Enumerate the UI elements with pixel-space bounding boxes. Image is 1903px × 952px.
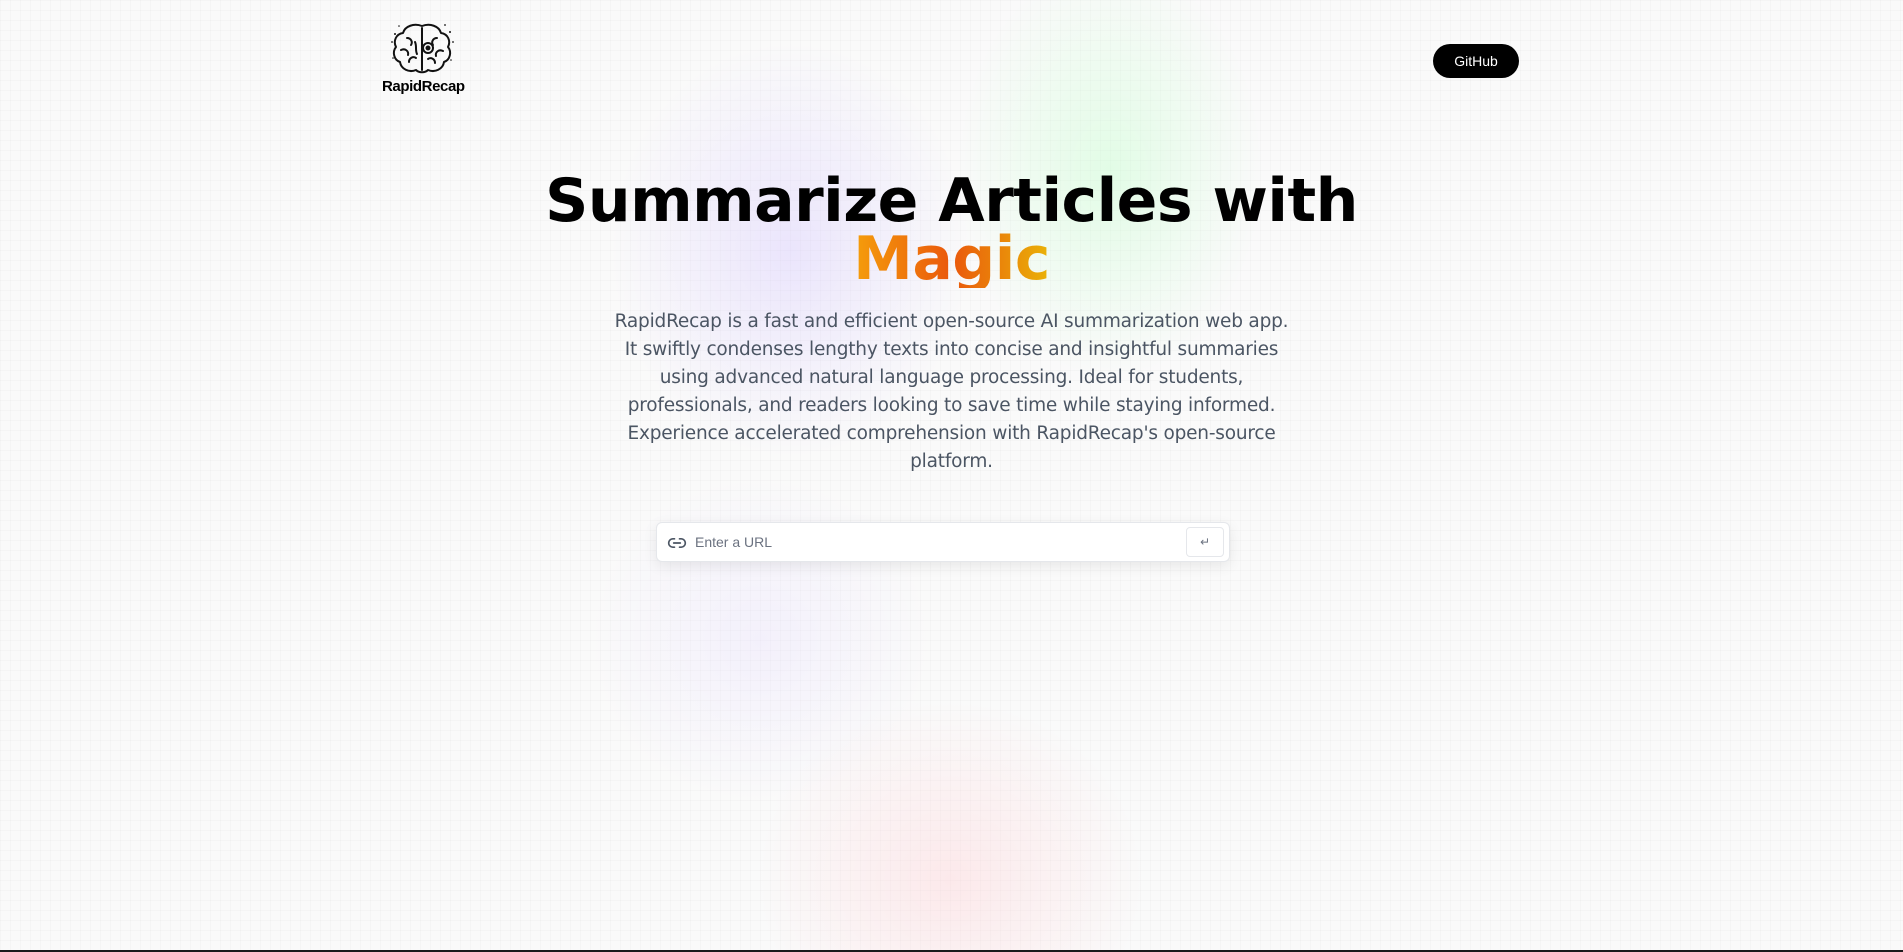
url-input[interactable]	[695, 528, 1165, 556]
url-form: ↵	[656, 522, 1230, 562]
logo-link[interactable]: RapidRecap	[382, 20, 465, 95]
brain-icon	[391, 23, 454, 74]
link-icon	[667, 538, 687, 548]
hero-description: RapidRecap is a fast and efficient open-…	[614, 311, 1289, 472]
submit-button[interactable]: ↵	[1186, 527, 1224, 557]
hero-section: Summarize Articles with Magic RapidRecap…	[0, 166, 1903, 476]
background-grid	[0, 0, 1903, 952]
background-glow	[0, 0, 1903, 952]
page-title: Summarize Articles with Magic	[0, 166, 1903, 294]
headline-highlight: Magic	[853, 224, 1050, 294]
navbar: RapidRecap GitHub	[0, 0, 1903, 110]
headline-line: Summarize Articles with	[545, 166, 1358, 236]
brand-name: RapidRecap	[382, 78, 465, 95]
github-button[interactable]: GitHub	[1433, 44, 1519, 78]
